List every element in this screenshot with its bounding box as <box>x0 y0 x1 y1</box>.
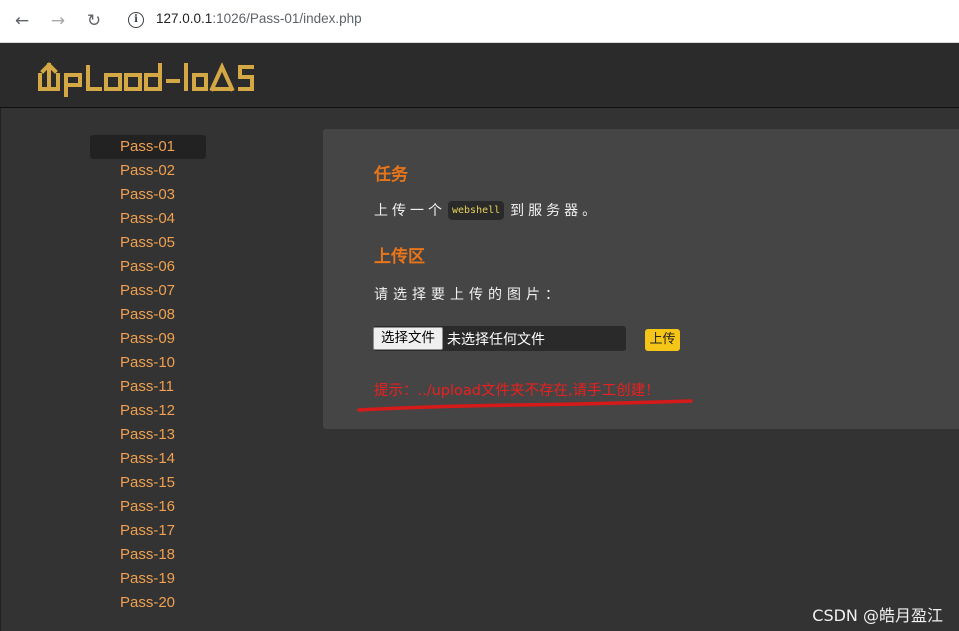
sidebar-item-pass-03[interactable]: Pass-03 <box>90 183 206 207</box>
sidebar-item-pass-14[interactable]: Pass-14 <box>90 447 206 471</box>
url-host: 127.0.0.1 <box>156 11 213 26</box>
info-icon[interactable]: i <box>128 12 144 28</box>
upload-prompt: 请选择要上传的图片： <box>374 287 564 303</box>
sidebar-menu: Pass-01 Pass-02 Pass-03 Pass-04 Pass-05 Pass-… <box>90 135 206 615</box>
sidebar-item-pass-20[interactable]: Pass-20 <box>90 591 206 615</box>
task-text-after: 到服务器。 <box>510 203 601 219</box>
address-bar[interactable]: i 127.0.0.1:1026/Pass-01/index.php <box>119 4 959 36</box>
forward-arrow-icon[interactable]: → <box>46 9 70 33</box>
sidebar-item-pass-13[interactable]: Pass-13 <box>90 423 206 447</box>
file-input[interactable]: 选择文件 未选择任何文件 <box>373 326 626 351</box>
task-title: 任务 <box>374 165 408 185</box>
task-description: 上传一个 webshell 到服务器。 <box>374 200 600 220</box>
sidebar-item-pass-05[interactable]: Pass-05 <box>90 231 206 255</box>
file-status-text: 未选择任何文件 <box>447 332 545 348</box>
sidebar-item-pass-18[interactable]: Pass-18 <box>90 543 206 567</box>
sidebar-item-pass-19[interactable]: Pass-19 <box>90 567 206 591</box>
sidebar-item-pass-04[interactable]: Pass-04 <box>90 207 206 231</box>
sidebar-item-pass-11[interactable]: Pass-11 <box>90 375 206 399</box>
sidebar-item-pass-10[interactable]: Pass-10 <box>90 351 206 375</box>
watermark: CSDN @皓月盈江 <box>812 606 943 625</box>
browser-toolbar: ← → ↻ i 127.0.0.1:1026/Pass-01/index.php <box>0 0 959 43</box>
hint-message: 提示：../upload文件夹不存在,请手工创建！ <box>374 383 660 399</box>
sidebar-item-pass-08[interactable]: Pass-08 <box>90 303 206 327</box>
site-header <box>0 43 959 108</box>
sidebar-item-pass-12[interactable]: Pass-12 <box>90 399 206 423</box>
sidebar-item-pass-16[interactable]: Pass-16 <box>90 495 206 519</box>
sidebar-item-pass-17[interactable]: Pass-17 <box>90 519 206 543</box>
sidebar-item-pass-15[interactable]: Pass-15 <box>90 471 206 495</box>
back-arrow-icon[interactable]: ← <box>10 9 34 33</box>
sidebar-item-pass-02[interactable]: Pass-02 <box>90 159 206 183</box>
task-text-before: 上传一个 <box>374 203 446 219</box>
url-path: :1026/Pass-01/index.php <box>212 11 362 26</box>
reload-icon[interactable]: ↻ <box>82 9 106 33</box>
logo-graphic <box>38 62 254 99</box>
upload-button[interactable]: 上传 <box>645 329 680 351</box>
sidebar-item-pass-06[interactable]: Pass-06 <box>90 255 206 279</box>
sidebar-item-pass-01[interactable]: Pass-01 <box>90 135 206 159</box>
choose-file-button[interactable]: 选择文件 <box>373 327 443 350</box>
sidebar-item-pass-09[interactable]: Pass-09 <box>90 327 206 351</box>
url-text[interactable]: 127.0.0.1:1026/Pass-01/index.php <box>156 11 362 26</box>
logo <box>36 53 266 108</box>
webshell-code: webshell <box>448 200 505 220</box>
sidebar-item-pass-07[interactable]: Pass-07 <box>90 279 206 303</box>
main-panel: 任务 上传一个 webshell 到服务器。 上传区 请选择要上传的图片： 选择… <box>323 129 959 429</box>
red-underline-annotation <box>357 399 693 412</box>
upload-section-title: 上传区 <box>374 247 425 267</box>
